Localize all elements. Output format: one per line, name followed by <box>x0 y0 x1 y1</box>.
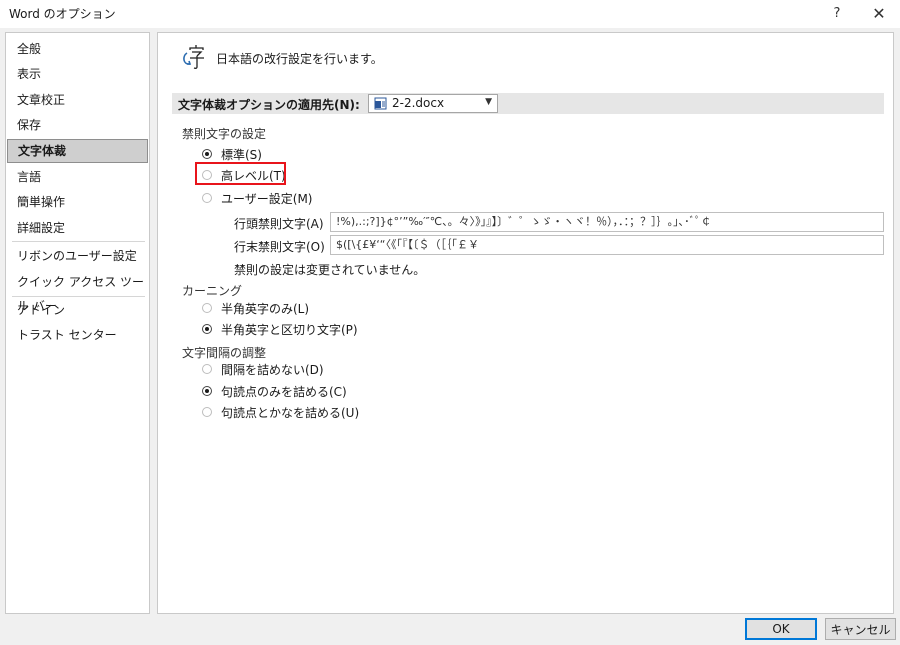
radio-label: ユーザー設定(M) <box>221 191 313 206</box>
radio-custom[interactable]: ユーザー設定(M) <box>202 189 312 207</box>
sidebar-item-trust-center[interactable]: トラスト センター <box>7 323 148 347</box>
sidebar-item-display[interactable]: 表示 <box>7 62 148 86</box>
radio-button[interactable] <box>202 386 212 396</box>
highlight-annotation <box>195 162 286 185</box>
kinsoku-section-title: 禁則文字の設定 <box>182 127 267 141</box>
radio-button[interactable] <box>202 149 212 159</box>
sidebar-item-language[interactable]: 言語 <box>7 165 148 189</box>
leading-chars-field[interactable]: !%),.:;?]}¢°’”‰′″℃、。々〉》」』】〕゛゜ゝゞ・ヽヾ！％），．：… <box>330 212 884 232</box>
title-bar: Word のオプション ? ✕ <box>0 0 900 28</box>
sidebar-divider <box>12 296 145 297</box>
help-icon[interactable]: ? <box>822 0 852 26</box>
radio-compress-punct[interactable]: 句読点のみを詰める(C) <box>202 382 347 400</box>
radio-kerning-alpha-only[interactable]: 半角英字のみ(L) <box>202 299 309 317</box>
apply-to-bar: 文字体裁オプションの適用先(N): 2-2.docx ▼ <box>172 93 884 114</box>
sidebar-item-typography[interactable]: 文字体裁 <box>7 139 148 163</box>
radio-button[interactable] <box>202 407 212 417</box>
kinsoku-note: 禁則の設定は変更されていません。 <box>234 263 426 277</box>
selected-document: 2-2.docx <box>392 96 445 110</box>
close-icon[interactable]: ✕ <box>864 0 894 26</box>
sidebar-item-general[interactable]: 全般 <box>7 37 148 61</box>
kerning-section-title: カーニング <box>182 284 243 298</box>
radio-standard[interactable]: 標準(S) <box>202 145 262 163</box>
sidebar-item-accessibility[interactable]: 簡単操作 <box>7 190 148 214</box>
radio-label: 句読点のみを詰める(C) <box>221 384 347 399</box>
radio-button[interactable] <box>202 303 212 313</box>
trailing-chars-field[interactable]: $([\{£¥‘“〈《「『【〔＄（［｛｢￡￥ <box>330 235 884 255</box>
apply-to-dropdown[interactable]: 2-2.docx ▼ <box>368 94 498 113</box>
radio-compress-punct-kana[interactable]: 句読点とかなを詰める(U) <box>202 403 359 421</box>
radio-no-compress[interactable]: 間隔を詰めない(D) <box>202 360 324 378</box>
radio-label: 句読点とかなを詰める(U) <box>221 405 360 420</box>
spacing-section-title: 文字間隔の調整 <box>182 346 267 360</box>
typography-icon <box>183 45 204 69</box>
sidebar-item-proofing[interactable]: 文章校正 <box>7 88 148 112</box>
window-title: Word のオプション <box>9 7 116 21</box>
radio-label: 半角英字のみ(L) <box>221 301 310 316</box>
radio-button[interactable] <box>202 324 212 334</box>
apply-to-label: 文字体裁オプションの適用先(N): <box>178 98 360 112</box>
cancel-button[interactable]: キャンセル <box>825 618 896 640</box>
trailing-chars-label: 行末禁則文字(O) <box>234 240 325 254</box>
page-header: 日本語の改行設定を行います。 <box>216 52 383 66</box>
sidebar-item-quick-access-toolbar[interactable]: クイック アクセス ツール バー <box>7 270 148 313</box>
sidebar-item-advanced[interactable]: 詳細設定 <box>7 216 148 240</box>
radio-kerning-alpha-punct[interactable]: 半角英字と区切り文字(P) <box>202 320 358 338</box>
leading-chars-label: 行頭禁則文字(A) <box>234 217 324 231</box>
content-panel: 日本語の改行設定を行います。 文字体裁オプションの適用先(N): 2-2.doc… <box>157 32 894 614</box>
chevron-down-icon: ▼ <box>485 97 492 107</box>
radio-button[interactable] <box>202 193 212 203</box>
sidebar-item-save[interactable]: 保存 <box>7 113 148 137</box>
sidebar-item-addins[interactable]: アドイン <box>7 298 148 322</box>
sidebar: 全般 表示 文章校正 保存 文字体裁 言語 簡単操作 詳細設定 リボンのユーザー… <box>5 32 150 614</box>
ok-button[interactable]: OK <box>745 618 817 640</box>
radio-button[interactable] <box>202 364 212 374</box>
radio-label: 間隔を詰めない(D) <box>221 362 324 377</box>
radio-label: 半角英字と区切り文字(P) <box>221 322 358 337</box>
radio-label: 標準(S) <box>221 147 262 162</box>
sidebar-item-customize-ribbon[interactable]: リボンのユーザー設定 <box>7 244 148 268</box>
word-document-icon <box>374 97 387 110</box>
sidebar-divider <box>12 241 145 242</box>
